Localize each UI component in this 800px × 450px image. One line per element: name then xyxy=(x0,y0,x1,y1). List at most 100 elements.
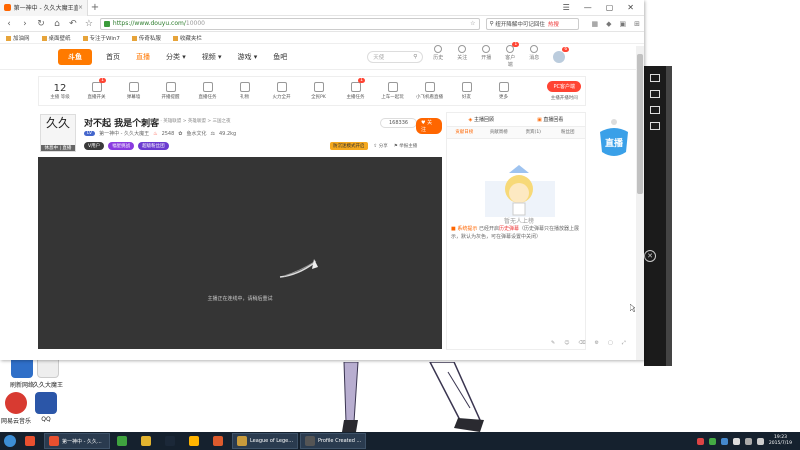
taskbar-item[interactable] xyxy=(160,433,182,449)
tool-item[interactable]: 直播开关 1 xyxy=(81,78,112,100)
extension-icon[interactable]: ◆ xyxy=(606,20,611,28)
extension-icon[interactable]: ⊞ xyxy=(634,20,640,28)
tab-vip[interactable]: 贵宾(1) xyxy=(516,127,551,138)
streamer-review-link[interactable]: ◈ 主播回顾 xyxy=(469,116,494,123)
close-window-icon[interactable]: ✕ xyxy=(627,3,634,12)
system-clock[interactable]: 19:23 2015/7/19 xyxy=(769,435,792,447)
forward-icon[interactable]: › xyxy=(20,19,30,29)
expand-icon[interactable]: ⤢ xyxy=(622,340,626,346)
bookmark-item[interactable]: 收藏夹栏 xyxy=(173,34,202,42)
taskbar-item[interactable]: League of Lege... xyxy=(232,433,298,449)
tool-item[interactable]: 火力全开 xyxy=(266,82,297,100)
tool-item[interactable]: 礼物 xyxy=(229,82,260,100)
fan-club-badge[interactable]: 超级粉丝团 xyxy=(138,142,169,150)
report-button[interactable]: ⚑ 举报主播 xyxy=(394,143,417,149)
settings-icon[interactable]: ⚙ xyxy=(595,340,599,346)
nav-video[interactable]: 视频 ▾ xyxy=(202,52,222,62)
refresh-icon[interactable]: ↻ xyxy=(36,19,46,29)
client-button[interactable]: 客户端 1 xyxy=(503,42,520,68)
dock-button[interactable] xyxy=(650,122,660,130)
tray-icon[interactable] xyxy=(732,437,740,445)
taskbar-item[interactable] xyxy=(208,433,230,449)
share-button[interactable]: ⇪ 分享 xyxy=(374,143,388,149)
nav-live[interactable]: 直播 xyxy=(136,52,150,62)
nav-fishbar[interactable]: 鱼吧 xyxy=(273,52,287,62)
video-player[interactable]: 主播正在连线中，请稍后重试 xyxy=(38,157,442,349)
challenge-badge[interactable]: 福星挑战 xyxy=(108,142,135,150)
tab-daily-rank[interactable]: 贡献日榜 xyxy=(447,127,482,138)
tray-icon[interactable] xyxy=(696,437,704,445)
search-icon[interactable]: ⚲ xyxy=(413,54,417,60)
anti-addiction-badge[interactable]: 防沉迷模式开启 xyxy=(330,142,368,150)
bookmark-star-icon[interactable]: ☆ xyxy=(84,19,94,29)
taskbar-item[interactable] xyxy=(20,433,42,449)
tool-item[interactable]: 上车一起玩 xyxy=(377,82,408,100)
maximize-icon[interactable]: ▢ xyxy=(606,3,614,12)
user-avatar[interactable]: 6 xyxy=(553,46,570,63)
room-categories[interactable]: 举报 · 英雄联盟 > 英雄联盟 > 三国之夜 xyxy=(150,118,231,124)
trash-icon[interactable]: ⌫ xyxy=(578,340,585,346)
bookmark-item[interactable]: 传奇私服 xyxy=(132,34,161,42)
taskbar-item[interactable] xyxy=(136,433,158,449)
tab-fan-club[interactable]: 粉丝团 xyxy=(551,127,586,138)
replay-link[interactable]: ▣ 直播回看 xyxy=(537,116,563,123)
site-search-input[interactable]: 天使 ⚲ xyxy=(367,50,424,63)
browser-tab[interactable]: 第一神中 - 久久大魔王直播_斗鱼... × xyxy=(0,0,88,16)
tool-item[interactable]: 直播任务 xyxy=(192,82,223,100)
dock-button[interactable] xyxy=(650,74,660,82)
address-bar[interactable]: https://www.douyu.com/ 10000 ☆ xyxy=(99,17,480,30)
douyu-logo[interactable]: 斗鱼 xyxy=(58,48,92,65)
desktop-icon-jiujiu[interactable]: 久久大魔王 xyxy=(28,356,68,389)
tray-icon[interactable] xyxy=(720,437,728,445)
back-icon[interactable]: ‹ xyxy=(4,19,14,29)
taskbar-item[interactable] xyxy=(112,433,134,449)
menu-icon[interactable]: ☰ xyxy=(563,3,570,12)
tray-icon[interactable] xyxy=(708,437,716,445)
taskbar-item[interactable]: 第一神中 - 久久... xyxy=(44,433,110,449)
new-tab-button[interactable]: + xyxy=(88,2,102,13)
taskbar-item[interactable]: Profile Created ... xyxy=(300,433,366,449)
extension-icon[interactable]: ▦ xyxy=(591,20,598,28)
scrollbar-thumb[interactable] xyxy=(637,54,643,194)
volume-tray-icon[interactable] xyxy=(756,437,764,445)
close-circle-icon[interactable]: ✕ xyxy=(644,250,656,262)
tool-item[interactable]: 全民PK xyxy=(303,82,334,100)
tool-item[interactable]: 开播提醒 xyxy=(155,82,186,100)
brush-icon[interactable]: ✎ xyxy=(551,340,555,346)
close-tab-icon[interactable]: × xyxy=(78,4,83,11)
minimize-icon[interactable]: — xyxy=(584,3,592,12)
tool-item[interactable]: 更多 xyxy=(488,82,519,100)
favorite-star-icon[interactable]: ☆ xyxy=(470,20,475,27)
messages-button[interactable]: 消息 xyxy=(527,45,541,68)
network-tray-icon[interactable] xyxy=(744,437,752,445)
browser-search-box[interactable]: ⚲ 纽开降解中可记回住 热搜 xyxy=(485,17,580,30)
history-button[interactable]: 历史 xyxy=(431,45,445,68)
tool-item[interactable]: 弹幕墙 xyxy=(118,82,149,100)
emoji-icon[interactable]: ☺ xyxy=(564,340,569,346)
bookmark-item[interactable]: 专注于Win7 xyxy=(83,34,120,42)
dock-button[interactable] xyxy=(650,106,660,114)
start-button[interactable] xyxy=(0,432,20,450)
streamer-avatar[interactable]: 久久 休息中 | 直播 xyxy=(40,114,76,152)
desktop-icon-qq[interactable]: QQ xyxy=(26,392,66,423)
extension-icon[interactable]: ▣ xyxy=(619,20,626,28)
tool-item[interactable]: 小飞机看直播 xyxy=(414,82,445,100)
undo-icon[interactable]: ↶ xyxy=(68,19,78,29)
nav-games[interactable]: 游戏 ▾ xyxy=(238,52,258,62)
page-scrollbar[interactable] xyxy=(636,46,644,360)
home-icon[interactable]: ⌂ xyxy=(52,19,62,29)
v-user-badge[interactable]: V用户 xyxy=(84,142,105,150)
floating-live-badge[interactable]: 直播 xyxy=(596,118,632,160)
bookmark-item[interactable]: 加油网 xyxy=(6,34,30,42)
dock-button[interactable] xyxy=(650,90,660,98)
start-stream-button[interactable]: 开播 xyxy=(479,45,493,68)
follow-button[interactable]: ♥ 关注 xyxy=(416,118,442,134)
pc-client-button[interactable]: PC客户端 xyxy=(547,81,581,92)
nav-category[interactable]: 分类 ▾ xyxy=(166,52,186,62)
tool-item[interactable]: 主播任务 1 xyxy=(340,78,371,100)
bookmark-item[interactable]: 桌面壁纸 xyxy=(42,34,71,42)
tool-item[interactable]: 好友 xyxy=(451,82,482,100)
follow-list-button[interactable]: 关注 xyxy=(455,45,469,68)
nav-home[interactable]: 首页 xyxy=(106,52,120,62)
lock-icon[interactable]: ▢ xyxy=(608,340,613,346)
